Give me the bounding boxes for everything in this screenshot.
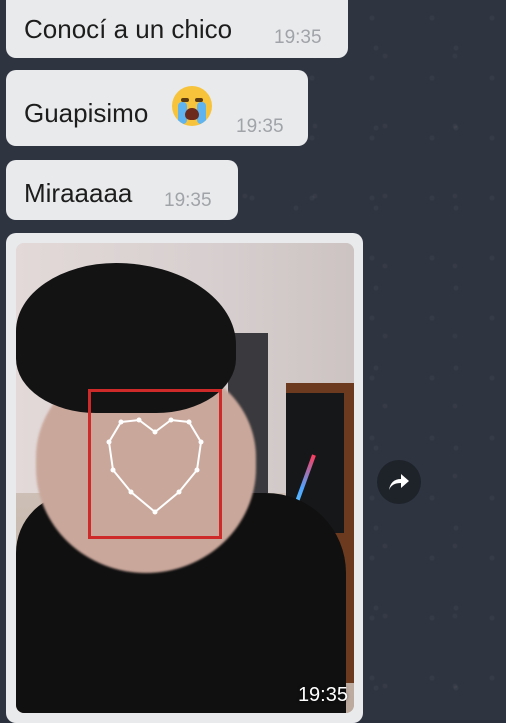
share-forward-icon[interactable]	[377, 460, 421, 504]
photo-time: 19:35	[297, 684, 348, 706]
shared-photo[interactable]: 19:35	[16, 243, 354, 713]
message-bubble[interactable]: Guapisimo 19:35	[6, 70, 308, 146]
message-text: Guapisimo	[24, 98, 149, 128]
heart-overlay-icon	[106, 417, 204, 515]
face-detection-frame	[88, 389, 222, 539]
message-time: 19:35	[274, 27, 322, 48]
photo-message-bubble[interactable]: 19:35	[6, 233, 363, 723]
message-time: 19:35	[164, 190, 212, 211]
message-text: Miraaaaa	[24, 178, 133, 208]
message-text: Conocí a un chico	[24, 14, 233, 44]
loudly-crying-face-emoji	[172, 86, 212, 126]
message-bubble[interactable]: Miraaaaa 19:35	[6, 160, 238, 220]
message-time: 19:35	[236, 116, 284, 137]
message-bubble[interactable]: Conocí a un chico 19:35	[6, 0, 348, 58]
